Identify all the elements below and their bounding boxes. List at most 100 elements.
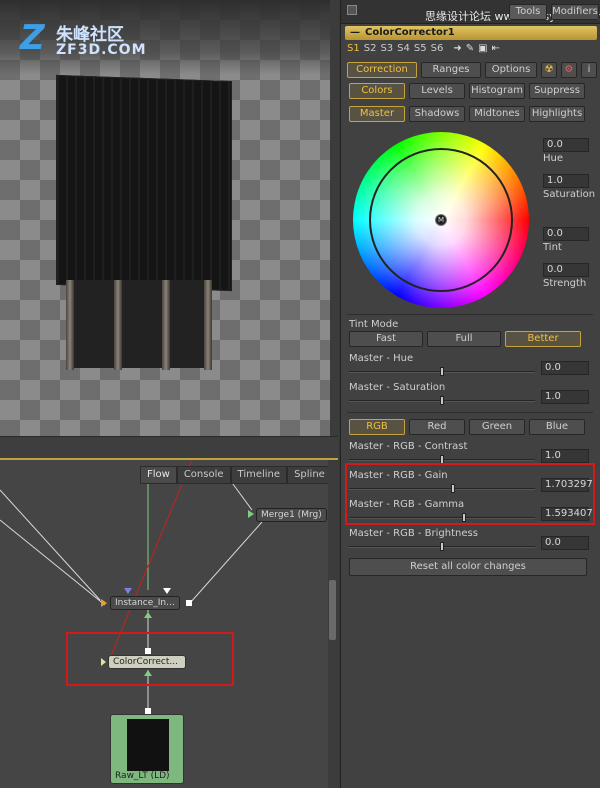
slot-s3[interactable]: S3 bbox=[380, 43, 393, 54]
slot-s2[interactable]: S2 bbox=[364, 43, 377, 54]
viewer[interactable]: Z 朱峰社区 ZF3D.COM bbox=[0, 0, 338, 442]
brightness-label: Master - RGB - Brightness bbox=[349, 528, 478, 539]
tab-tools[interactable]: Tools bbox=[509, 4, 547, 20]
mode-suppress[interactable]: Suppress bbox=[529, 83, 585, 99]
tint-mode-label: Tint Mode bbox=[349, 319, 399, 330]
picker-icon[interactable]: ✎ bbox=[466, 43, 474, 54]
slider-thumb[interactable] bbox=[440, 396, 444, 405]
tint-field[interactable]: 0.0 bbox=[543, 227, 589, 241]
tint-label: Tint bbox=[543, 242, 562, 253]
building-render bbox=[56, 74, 232, 292]
pillar bbox=[162, 280, 170, 370]
node-merge1[interactable]: Merge1 (Mrg) bbox=[256, 508, 327, 522]
master-hue-slider[interactable] bbox=[349, 367, 535, 376]
viewer-scrollbar[interactable] bbox=[330, 0, 338, 442]
tools-panel: 思缘设计论坛 www.missyuan.com Tools Modifiers … bbox=[340, 0, 600, 788]
pin-icon[interactable]: ➜ bbox=[453, 43, 461, 54]
slider-thumb[interactable] bbox=[440, 542, 444, 551]
reset-icon[interactable]: ⇤ bbox=[492, 43, 500, 54]
brightness-field[interactable]: 0.0 bbox=[541, 536, 589, 550]
mode-colors[interactable]: Colors bbox=[349, 83, 405, 99]
slot-row: S1 S2 S3 S4 S5 S6 ➜ ✎ ▣ ⇤ bbox=[347, 43, 500, 54]
master-saturation-slider[interactable] bbox=[349, 396, 535, 405]
panel-tabs: Correction Ranges Options ☢ ⚙ i bbox=[347, 62, 597, 78]
slot-s5[interactable]: S5 bbox=[414, 43, 427, 54]
tint-mode-full[interactable]: Full bbox=[427, 331, 501, 347]
node-instance[interactable]: Instance_In... bbox=[110, 596, 180, 610]
tab-timeline[interactable]: Timeline bbox=[230, 466, 288, 484]
channel-red[interactable]: Red bbox=[409, 419, 465, 435]
flow-scrollbar-thumb[interactable] bbox=[329, 580, 336, 640]
strength-field[interactable]: 0.0 bbox=[543, 263, 589, 277]
slot-s6[interactable]: S6 bbox=[431, 43, 444, 54]
node-raw-loader[interactable]: Raw_LT (LD) bbox=[110, 714, 184, 784]
tab-spline[interactable]: Spline bbox=[287, 466, 332, 484]
channel-green[interactable]: Green bbox=[469, 419, 525, 435]
mode-levels[interactable]: Levels bbox=[409, 83, 465, 99]
highlight-box-gain-gamma bbox=[345, 463, 595, 525]
master-hue-field[interactable]: 0.0 bbox=[541, 361, 589, 375]
master-saturation-field[interactable]: 1.0 bbox=[541, 390, 589, 404]
panel-menu-icon[interactable] bbox=[347, 5, 357, 15]
pillar bbox=[114, 280, 122, 370]
gear-icon[interactable]: ⚙ bbox=[561, 62, 577, 78]
tool-title-bar[interactable]: — ColorCorrector1 bbox=[345, 26, 597, 40]
info-icon[interactable]: i bbox=[581, 62, 597, 78]
range-shadows[interactable]: Shadows bbox=[409, 106, 465, 122]
tab-console[interactable]: Console bbox=[176, 466, 231, 484]
master-hue-label: Master - Hue bbox=[349, 353, 414, 364]
panel-header: 思缘设计论坛 www.missyuan.com Tools Modifiers bbox=[341, 0, 600, 24]
saturation-field[interactable]: 1.0 bbox=[543, 174, 589, 188]
pillars-shadow bbox=[74, 280, 204, 368]
slot-s1[interactable]: S1 bbox=[347, 43, 360, 54]
tab-flow[interactable]: Flow bbox=[140, 466, 177, 484]
reset-all-button[interactable]: Reset all color changes bbox=[349, 558, 587, 576]
flow-editor[interactable]: Flow Console Timeline Spline i Merge1 (M… bbox=[0, 458, 338, 788]
hue-field[interactable]: 0.0 bbox=[543, 138, 589, 152]
hue-label: Hue bbox=[543, 153, 564, 164]
flow-tabbar: Flow Console Timeline Spline i bbox=[140, 466, 338, 484]
contrast-field[interactable]: 1.0 bbox=[541, 449, 589, 463]
mode-histogram[interactable]: Histogram bbox=[469, 83, 525, 99]
tint-mode-better[interactable]: Better bbox=[505, 331, 581, 347]
saturation-label: Saturation bbox=[543, 189, 596, 200]
highlight-box-node bbox=[66, 632, 234, 686]
range-highlights[interactable]: Highlights bbox=[529, 106, 585, 122]
save-icon[interactable]: ▣ bbox=[478, 43, 487, 54]
contrast-label: Master - RGB - Contrast bbox=[349, 441, 468, 452]
tool-title: ColorCorrector1 bbox=[365, 27, 455, 38]
slot-s4[interactable]: S4 bbox=[397, 43, 410, 54]
tint-mode-fast[interactable]: Fast bbox=[349, 331, 423, 347]
color-wheel[interactable]: M bbox=[353, 132, 529, 308]
node-thumbnail bbox=[127, 719, 169, 771]
viewer-status-bar bbox=[0, 436, 338, 458]
channel-rgb[interactable]: RGB bbox=[349, 419, 405, 435]
range-midtones[interactable]: Midtones bbox=[469, 106, 525, 122]
channel-blue[interactable]: Blue bbox=[529, 419, 585, 435]
range-master[interactable]: Master bbox=[349, 106, 405, 122]
flow-scrollbar[interactable] bbox=[328, 460, 338, 788]
range-buttons: Master Shadows Midtones Highlights bbox=[349, 106, 585, 122]
pillar bbox=[66, 280, 74, 370]
tint-mode-buttons: Fast Full Better bbox=[349, 331, 581, 347]
tab-ranges[interactable]: Ranges bbox=[421, 62, 481, 78]
watermark-site: ZF3D.COM bbox=[56, 42, 147, 58]
logo-z-icon: Z bbox=[20, 18, 45, 58]
strength-label: Strength bbox=[543, 278, 587, 289]
channel-buttons: RGB Red Green Blue bbox=[349, 419, 585, 435]
building-pillars bbox=[66, 280, 216, 370]
tab-correction[interactable]: Correction bbox=[347, 62, 417, 78]
tab-modifiers[interactable]: Modifiers bbox=[551, 4, 599, 20]
color-wheel-handle[interactable]: M bbox=[435, 214, 447, 226]
contrast-slider[interactable] bbox=[349, 455, 535, 464]
radioactive-icon[interactable]: ☢ bbox=[541, 62, 557, 78]
node-raw-label: Raw_LT (LD) bbox=[115, 771, 170, 781]
mode-buttons: Colors Levels Histogram Suppress bbox=[349, 83, 585, 99]
collapse-icon[interactable]: — bbox=[350, 26, 360, 40]
pillar bbox=[204, 280, 212, 370]
tab-options[interactable]: Options bbox=[485, 62, 537, 78]
divider bbox=[347, 412, 593, 413]
brightness-slider[interactable] bbox=[349, 542, 535, 551]
master-saturation-label: Master - Saturation bbox=[349, 382, 446, 393]
slider-thumb[interactable] bbox=[440, 367, 444, 376]
